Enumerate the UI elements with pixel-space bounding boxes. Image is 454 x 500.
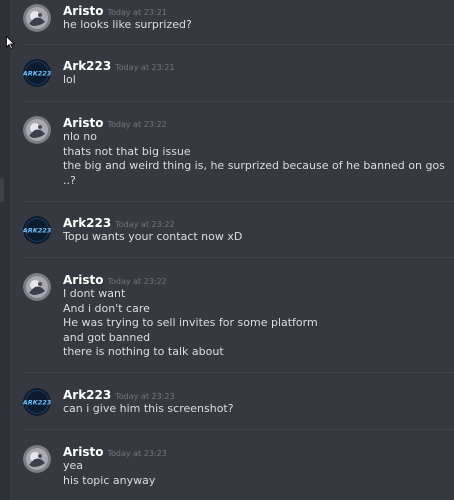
message-text: ..? [63, 173, 76, 187]
message-divider [23, 101, 454, 102]
ark223-logo-icon: ARK223 [23, 388, 51, 416]
message-timestamp: Today at 23:22 [115, 220, 175, 229]
message-text: thats not that big issue [63, 144, 191, 158]
message-timestamp: Today at 23:21 [107, 8, 167, 17]
message-text: his topic anyway [63, 473, 156, 487]
message-author[interactable]: Ark223 Today at 23:21 [63, 59, 175, 75]
avatar-ark223[interactable]: ARK223 [23, 388, 51, 416]
ark223-logo-icon: ARK223 [23, 59, 51, 87]
message-text: yea [63, 459, 84, 472]
message-text: nlo no [63, 130, 97, 143]
message-timestamp: Today at 23:23 [115, 392, 175, 401]
message-text: can i give him this screenshot? [63, 402, 234, 415]
message-text: And i don't care [63, 301, 150, 315]
message-text: I dont want [63, 287, 126, 300]
avatar-aristo[interactable] [23, 4, 51, 32]
message-divider [23, 201, 454, 202]
scroll-notch[interactable] [0, 178, 4, 202]
svg-text:ARK223: ARK223 [23, 399, 51, 407]
avatar-ark223[interactable]: ARK223 [23, 216, 51, 244]
message-timestamp: Today at 23:21 [115, 63, 175, 72]
message-divider [23, 257, 454, 258]
message-text: there is nothing to talk about [63, 345, 224, 358]
avatar-ark223[interactable]: ARK223 [23, 59, 51, 87]
message-timestamp: Today at 23:22 [107, 120, 167, 129]
aristo-avatar-icon [23, 273, 51, 301]
message-divider [23, 429, 454, 430]
aristo-avatar-icon [23, 4, 51, 32]
avatar-aristo[interactable] [23, 116, 51, 144]
message-text: He was trying to sell invites for some p… [63, 316, 318, 329]
avatar-aristo[interactable] [23, 273, 51, 301]
message-text: and got banned [63, 330, 151, 344]
message-text: the big and weird thing is, he surprized… [63, 159, 445, 172]
aristo-avatar-icon [23, 445, 51, 473]
message-text: Topu wants your contact now xD [63, 230, 243, 243]
message-text: lol [63, 73, 76, 86]
svg-text:ARK223: ARK223 [23, 70, 51, 78]
message-feed: Aristo Today at 23:21 he looks like surpr… [10, 0, 454, 500]
sidebar-strip [0, 0, 10, 500]
message-timestamp: Today at 23:22 [107, 277, 167, 286]
message-divider [23, 44, 454, 45]
message-text: he looks like surprized? [63, 18, 192, 31]
message-divider [23, 372, 454, 373]
message-timestamp: Today at 23:23 [107, 449, 167, 458]
aristo-avatar-icon [23, 116, 51, 144]
avatar-aristo[interactable] [23, 445, 51, 473]
svg-text:ARK223: ARK223 [23, 227, 51, 235]
ark223-logo-icon: ARK223 [23, 216, 51, 244]
